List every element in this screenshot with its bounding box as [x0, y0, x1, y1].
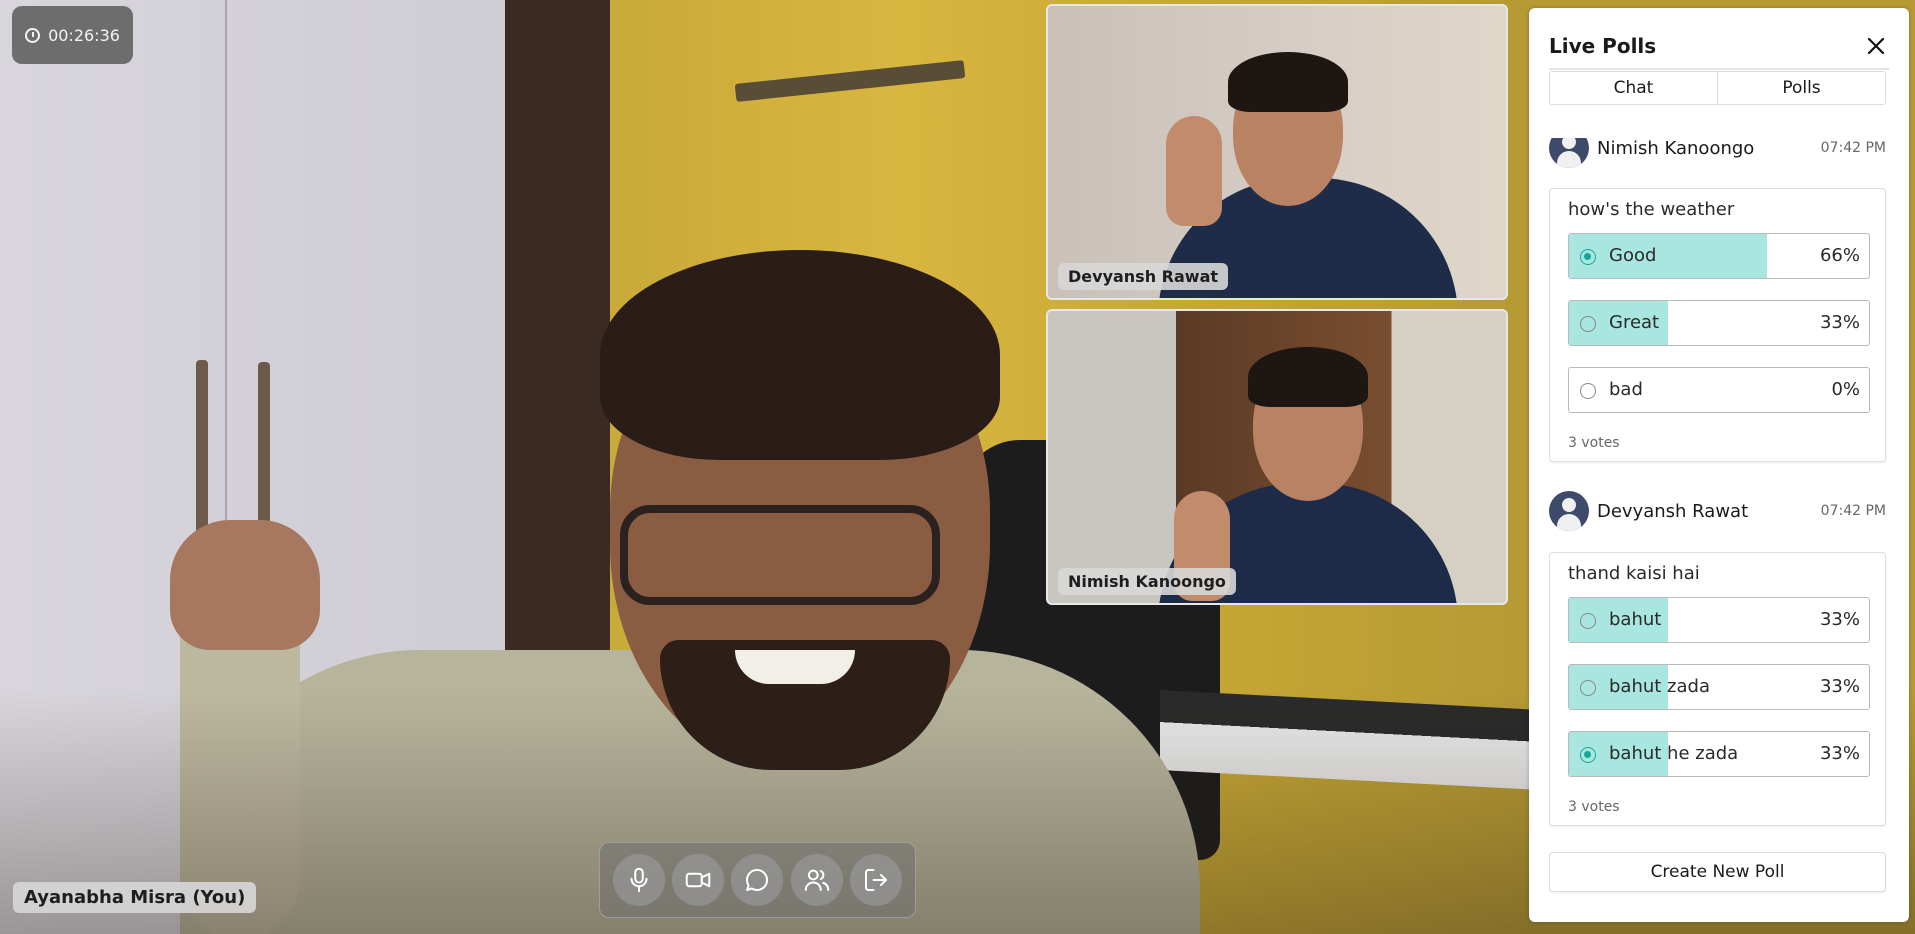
- option-label: bahut zada: [1609, 676, 1710, 697]
- participant-name-tag: Nimish Kanoongo: [1058, 568, 1236, 595]
- leave-icon: [864, 869, 887, 891]
- avatar: [1549, 491, 1589, 531]
- wall-hook: [734, 60, 966, 102]
- option-label: Great: [1609, 312, 1660, 333]
- participant-tile[interactable]: Devyansh Rawat: [1046, 4, 1508, 300]
- participant-hair: [1228, 52, 1348, 112]
- poll-option[interactable]: bahut 33%: [1568, 597, 1870, 643]
- control-bar: [599, 842, 916, 918]
- poll-option[interactable]: bahut zada 33%: [1568, 664, 1870, 710]
- option-label: bahut: [1609, 609, 1662, 630]
- participant-hair: [1248, 347, 1368, 407]
- option-percent: 0%: [1831, 379, 1860, 400]
- radio-icon: [1580, 613, 1596, 629]
- wardrobe-edge: [225, 0, 227, 560]
- option-fill: [1569, 234, 1767, 278]
- panel-tabs: Chat Polls: [1549, 71, 1886, 105]
- participants-icon: [804, 869, 829, 891]
- poll-author-row: Nimish Kanoongo 07:42 PM: [1549, 138, 1886, 168]
- radio-selected-icon: [1580, 249, 1596, 265]
- microphone-icon: [630, 867, 648, 893]
- person-fist: [170, 520, 320, 650]
- create-poll-button[interactable]: Create New Poll: [1549, 852, 1886, 892]
- polls-list[interactable]: Nimish Kanoongo 07:42 PM how's the weath…: [1549, 138, 1889, 858]
- radio-icon: [1580, 383, 1596, 399]
- poll-author-name: Nimish Kanoongo: [1597, 138, 1755, 159]
- poll-card: how's the weather Good 66% Great 33% bad…: [1549, 188, 1886, 462]
- camera-button[interactable]: [672, 854, 725, 906]
- microphone-button[interactable]: [613, 854, 666, 906]
- radio-icon: [1580, 316, 1596, 332]
- thumbs-up: [1166, 116, 1222, 226]
- live-polls-panel: Live Polls Chat Polls Nimish Kanoongo 07…: [1529, 8, 1909, 922]
- wardrobe-handle: [196, 360, 208, 540]
- avatar: [1549, 138, 1589, 168]
- tab-polls[interactable]: Polls: [1717, 72, 1885, 104]
- tab-chat[interactable]: Chat: [1550, 72, 1717, 104]
- option-label: bad: [1609, 379, 1643, 400]
- timer-value: 00:26:36: [48, 25, 120, 45]
- clock-icon: [25, 27, 41, 43]
- radio-selected-icon: [1580, 747, 1596, 763]
- close-button[interactable]: [1863, 33, 1889, 59]
- chat-button[interactable]: [731, 854, 784, 906]
- chat-icon: [746, 868, 769, 891]
- poll-option[interactable]: bahut he zada 33%: [1568, 731, 1870, 777]
- option-percent: 33%: [1819, 312, 1860, 333]
- option-percent: 33%: [1819, 676, 1860, 697]
- poll-option[interactable]: bad 0%: [1568, 367, 1870, 413]
- participants-button[interactable]: [790, 854, 843, 906]
- self-name-tag: Ayanabha Misra (You): [13, 882, 257, 913]
- smile: [735, 650, 855, 684]
- leave-button[interactable]: [849, 854, 902, 906]
- poll-time: 07:42 PM: [1820, 503, 1886, 519]
- poll-question: thand kaisi hai: [1568, 563, 1700, 584]
- option-percent: 33%: [1819, 743, 1860, 764]
- option-label: Good: [1609, 245, 1657, 266]
- panel-title: Live Polls: [1549, 34, 1657, 58]
- poll-author-name: Devyansh Rawat: [1597, 500, 1749, 522]
- poll-time: 07:42 PM: [1820, 140, 1886, 156]
- glasses: [620, 505, 940, 605]
- camera-icon: [686, 872, 711, 888]
- poll-option[interactable]: Great 33%: [1568, 300, 1870, 346]
- wardrobe-handle: [258, 362, 270, 542]
- call-timer: 00:26:36: [12, 6, 133, 64]
- person-hair: [600, 250, 1000, 460]
- option-label: bahut he zada: [1609, 743, 1739, 764]
- participant-name-tag: Devyansh Rawat: [1058, 263, 1229, 290]
- poll-card: thand kaisi hai bahut 33% bahut zada 33%: [1549, 552, 1886, 826]
- radio-icon: [1580, 680, 1596, 696]
- participant-tile[interactable]: Nimish Kanoongo: [1046, 309, 1508, 605]
- option-percent: 66%: [1819, 245, 1860, 266]
- close-icon: [1867, 37, 1885, 55]
- poll-author-row: Devyansh Rawat 07:42 PM: [1549, 491, 1886, 531]
- meeting-stage: 00:26:36 Ayanabha Misra (You) Devyansh R…: [0, 0, 1915, 934]
- poll-question: how's the weather: [1568, 199, 1735, 220]
- poll-option[interactable]: Good 66%: [1568, 233, 1870, 279]
- option-percent: 33%: [1819, 609, 1860, 630]
- panel-header: Live Polls: [1549, 24, 1889, 70]
- vote-count: 3 votes: [1568, 435, 1620, 451]
- vote-count: 3 votes: [1568, 799, 1620, 815]
